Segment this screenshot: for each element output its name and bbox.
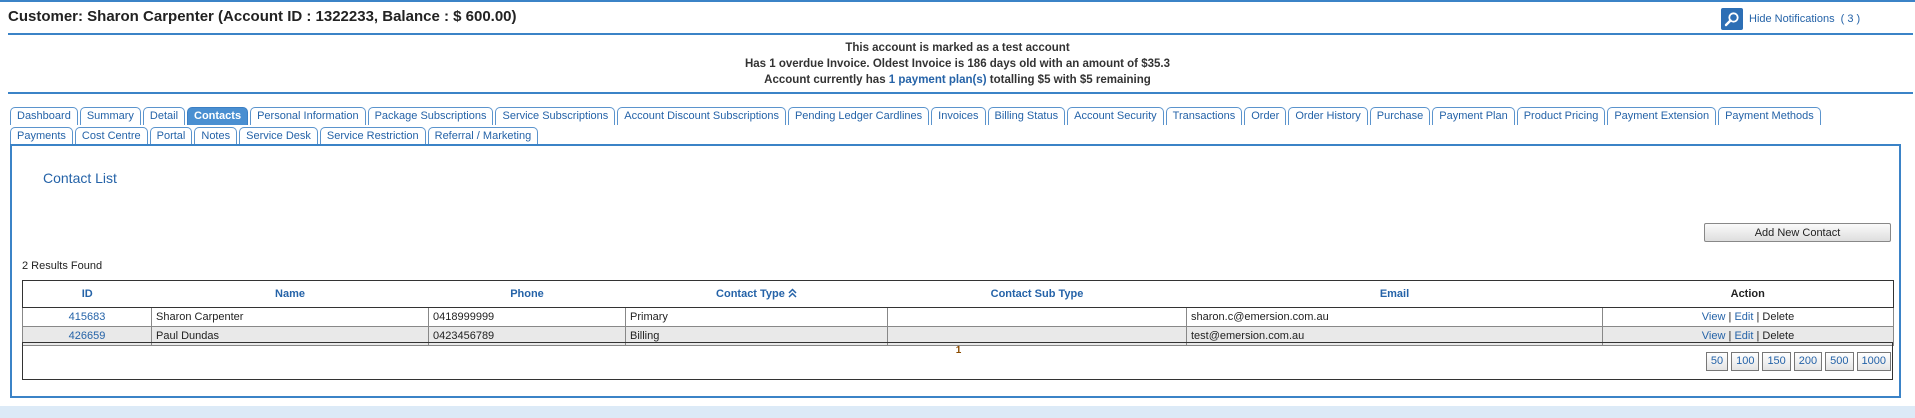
tab-package-subscriptions[interactable]: Package Subscriptions bbox=[367, 107, 494, 125]
tab-dashboard[interactable]: Dashboard bbox=[10, 107, 78, 125]
page-size-button-100[interactable]: 100 bbox=[1731, 352, 1760, 371]
pagination: 1 50 100 150 200 500 1000 bbox=[22, 342, 1893, 380]
tab-payment-extension[interactable]: Payment Extension bbox=[1607, 107, 1717, 125]
page-size-button-50[interactable]: 50 bbox=[1705, 352, 1729, 371]
current-page-number[interactable]: 1 bbox=[23, 345, 1894, 356]
action-separator: | bbox=[1728, 330, 1732, 342]
edit-link[interactable]: Edit bbox=[1734, 330, 1753, 342]
footer-strip bbox=[0, 406, 1915, 418]
contact-table: ID Name Phone Contact Type Contact Sub T… bbox=[22, 280, 1894, 346]
contact-list-title: Contact List bbox=[43, 170, 117, 186]
header-divider bbox=[8, 33, 1913, 35]
tab-contacts[interactable]: Contacts bbox=[187, 107, 249, 125]
results-count: 2 Results Found bbox=[22, 260, 103, 272]
contact-actions-cell: View | Edit | Delete bbox=[1602, 307, 1894, 327]
action-separator: | bbox=[1728, 311, 1732, 323]
page-size-selector: 50 100 150 200 500 1000 bbox=[1705, 352, 1891, 371]
account-tabs: Dashboard Summary Detail Contacts Personal I… bbox=[10, 107, 1850, 145]
view-link[interactable]: View bbox=[1702, 311, 1726, 323]
tab-product-pricing[interactable]: Product Pricing bbox=[1516, 107, 1606, 125]
tab-referral-marketing[interactable]: Referral / Marketing bbox=[427, 127, 539, 145]
column-header-id[interactable]: ID bbox=[22, 280, 152, 308]
tab-cost-centre[interactable]: Cost Centre bbox=[74, 127, 148, 145]
top-border bbox=[0, 0, 1915, 2]
table-header-row: ID Name Phone Contact Type Contact Sub T… bbox=[22, 280, 1894, 308]
tab-payments[interactable]: Payments bbox=[10, 127, 73, 145]
tab-pending-ledger-cardlines[interactable]: Pending Ledger Cardlines bbox=[787, 107, 930, 125]
payment-plan-link[interactable]: 1 payment plan(s) bbox=[889, 74, 987, 86]
edit-link[interactable]: Edit bbox=[1734, 311, 1753, 323]
notification-alerts: This account is marked as a test account… bbox=[0, 40, 1915, 88]
contact-type-cell: Primary bbox=[625, 307, 888, 327]
alert-payment-plan-suffix: totalling $5 with $5 remaining bbox=[986, 74, 1151, 86]
alert-payment-plan: Account currently has 1 payment plan(s) … bbox=[0, 72, 1915, 88]
column-header-contact-type[interactable]: Contact Type bbox=[625, 280, 888, 308]
delete-link[interactable]: Delete bbox=[1762, 311, 1794, 323]
page-size-button-150[interactable]: 150 bbox=[1762, 352, 1791, 371]
tab-account-security[interactable]: Account Security bbox=[1067, 107, 1164, 125]
tab-billing-status[interactable]: Billing Status bbox=[987, 107, 1066, 125]
column-header-email[interactable]: Email bbox=[1186, 280, 1603, 308]
column-header-name[interactable]: Name bbox=[151, 280, 429, 308]
search-icon[interactable] bbox=[1721, 8, 1743, 30]
column-header-contact-sub-type[interactable]: Contact Sub Type bbox=[887, 280, 1187, 308]
contact-name-cell: Sharon Carpenter bbox=[151, 307, 429, 327]
view-link[interactable]: View bbox=[1702, 330, 1726, 342]
action-separator: | bbox=[1756, 330, 1760, 342]
tab-invoices[interactable]: Invoices bbox=[931, 107, 986, 125]
action-separator: | bbox=[1756, 311, 1760, 323]
contact-id-link[interactable]: 415683 bbox=[69, 311, 106, 323]
column-header-phone[interactable]: Phone bbox=[428, 280, 626, 308]
contact-subtype-cell bbox=[887, 307, 1187, 327]
hide-notifications-link[interactable]: Hide Notifications bbox=[1749, 13, 1835, 25]
tab-service-restriction[interactable]: Service Restriction bbox=[319, 127, 426, 145]
tab-order[interactable]: Order bbox=[1244, 107, 1287, 125]
delete-link[interactable]: Delete bbox=[1762, 330, 1794, 342]
page-title: Customer: Sharon Carpenter (Account ID :… bbox=[8, 8, 517, 25]
notifications-toggle[interactable]: Hide Notifications ( 3 ) bbox=[1721, 8, 1860, 30]
alert-overdue-invoice: Has 1 overdue Invoice. Oldest Invoice is… bbox=[744, 58, 1170, 70]
column-header-contact-type-label[interactable]: Contact Type bbox=[716, 288, 785, 300]
tab-service-desk[interactable]: Service Desk bbox=[239, 127, 318, 145]
page-size-button-500[interactable]: 500 bbox=[1825, 352, 1854, 371]
tab-portal[interactable]: Portal bbox=[149, 127, 193, 145]
page-size-button-200[interactable]: 200 bbox=[1793, 352, 1823, 371]
sort-ascending-icon[interactable] bbox=[788, 288, 797, 300]
add-new-contact-button[interactable]: Add New Contact bbox=[1704, 223, 1891, 242]
tab-account-discount-subscriptions[interactable]: Account Discount Subscriptions bbox=[617, 107, 786, 125]
table-row: 415683 Sharon Carpenter 0418999999 Prima… bbox=[22, 307, 1894, 327]
tab-transactions[interactable]: Transactions bbox=[1165, 107, 1243, 125]
tab-detail[interactable]: Detail bbox=[142, 107, 186, 125]
tab-payment-plan[interactable]: Payment Plan bbox=[1432, 107, 1515, 125]
alert-test-account: This account is marked as a test account bbox=[845, 42, 1070, 54]
contacts-panel: Contact List Add New Contact 2 Results F… bbox=[10, 144, 1901, 398]
tab-order-history[interactable]: Order History bbox=[1288, 107, 1368, 125]
contact-email-cell: sharon.c@emersion.com.au bbox=[1186, 307, 1603, 327]
alerts-divider bbox=[8, 92, 1913, 94]
contact-id-cell: 415683 bbox=[22, 307, 152, 327]
column-header-action: Action bbox=[1602, 280, 1894, 308]
tab-purchase[interactable]: Purchase bbox=[1369, 107, 1431, 125]
contact-id-link[interactable]: 426659 bbox=[69, 330, 106, 342]
contact-phone-cell: 0418999999 bbox=[428, 307, 626, 327]
alert-payment-plan-prefix: Account currently has bbox=[764, 74, 889, 86]
page-size-button-1000[interactable]: 1000 bbox=[1856, 352, 1891, 371]
tab-summary[interactable]: Summary bbox=[79, 107, 141, 125]
tab-notes[interactable]: Notes bbox=[194, 127, 238, 145]
tab-payment-methods[interactable]: Payment Methods bbox=[1718, 107, 1821, 125]
notification-count[interactable]: ( 3 ) bbox=[1841, 13, 1861, 25]
tab-service-subscriptions[interactable]: Service Subscriptions bbox=[495, 107, 616, 125]
tab-personal-information[interactable]: Personal Information bbox=[250, 107, 366, 125]
